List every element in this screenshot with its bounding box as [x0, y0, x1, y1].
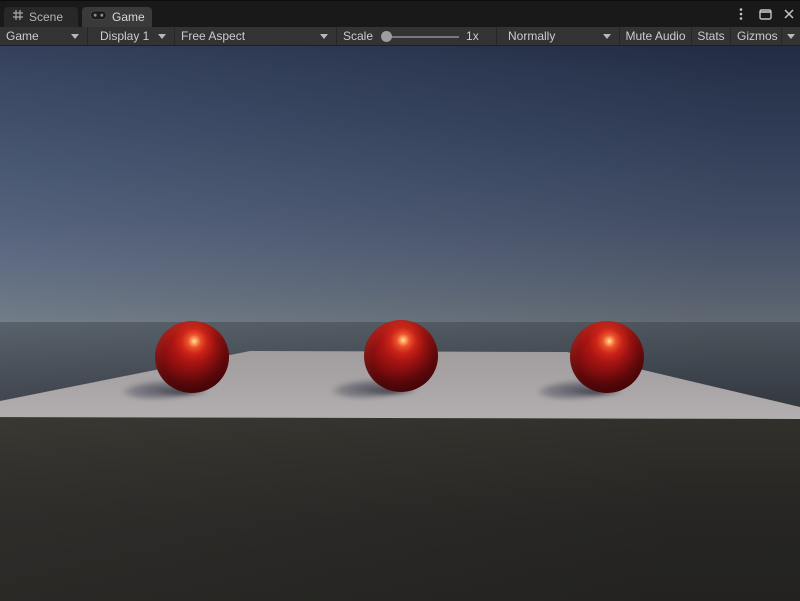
aspect-ratio-label: Free Aspect [181, 29, 245, 43]
tab-scene-label: Scene [29, 7, 63, 27]
display-dropdown[interactable]: Display 1 [88, 27, 175, 45]
chevron-down-icon [320, 34, 328, 39]
maximize-icon[interactable] [756, 5, 774, 23]
scale-control: Scale 1x [337, 27, 497, 45]
gizmos-dropdown-arrow[interactable] [782, 27, 800, 45]
chevron-down-icon [158, 34, 166, 39]
game-render-viewport[interactable] [0, 46, 800, 601]
chevron-down-icon [603, 34, 611, 39]
kebab-menu-icon[interactable] [732, 5, 750, 23]
play-focus-label: Normally [508, 29, 555, 43]
gizmos-dropdown[interactable]: Gizmos [731, 27, 782, 45]
red-sphere [570, 321, 644, 393]
unity-game-view-window: Scene Game [0, 0, 800, 601]
red-sphere [155, 321, 229, 393]
chevron-down-icon [71, 34, 79, 39]
scale-label: Scale [343, 29, 373, 43]
display-label: Display 1 [100, 29, 149, 43]
tab-game-label: Game [112, 7, 145, 27]
window-controls [732, 5, 798, 23]
chevron-down-icon [787, 34, 795, 39]
slider-track [391, 36, 459, 38]
spheres-layer [0, 46, 800, 601]
view-tab-bar: Scene Game [0, 1, 800, 27]
scale-slider[interactable] [381, 31, 459, 42]
tab-scene[interactable]: Scene [4, 7, 78, 27]
play-focus-dropdown[interactable]: Normally [497, 27, 620, 45]
gizmos-label: Gizmos [737, 29, 778, 43]
game-view-toolbar: Game Display 1 Free Aspect Scale 1x Norm… [0, 27, 800, 46]
gamepad-icon [90, 8, 107, 26]
slider-thumb[interactable] [381, 31, 392, 42]
red-sphere [364, 320, 438, 392]
stats-button[interactable]: Stats [692, 27, 731, 45]
tab-game[interactable]: Game [82, 7, 152, 27]
game-view-type-label: Game [6, 29, 39, 43]
grid-icon [12, 8, 24, 26]
game-view-type-dropdown[interactable]: Game [0, 27, 88, 45]
close-icon[interactable] [780, 5, 798, 23]
stats-label: Stats [697, 29, 724, 43]
scale-value: 1x [466, 29, 479, 43]
mute-audio-button[interactable]: Mute Audio [620, 27, 692, 45]
aspect-ratio-dropdown[interactable]: Free Aspect [175, 27, 337, 45]
mute-audio-label: Mute Audio [625, 29, 685, 43]
